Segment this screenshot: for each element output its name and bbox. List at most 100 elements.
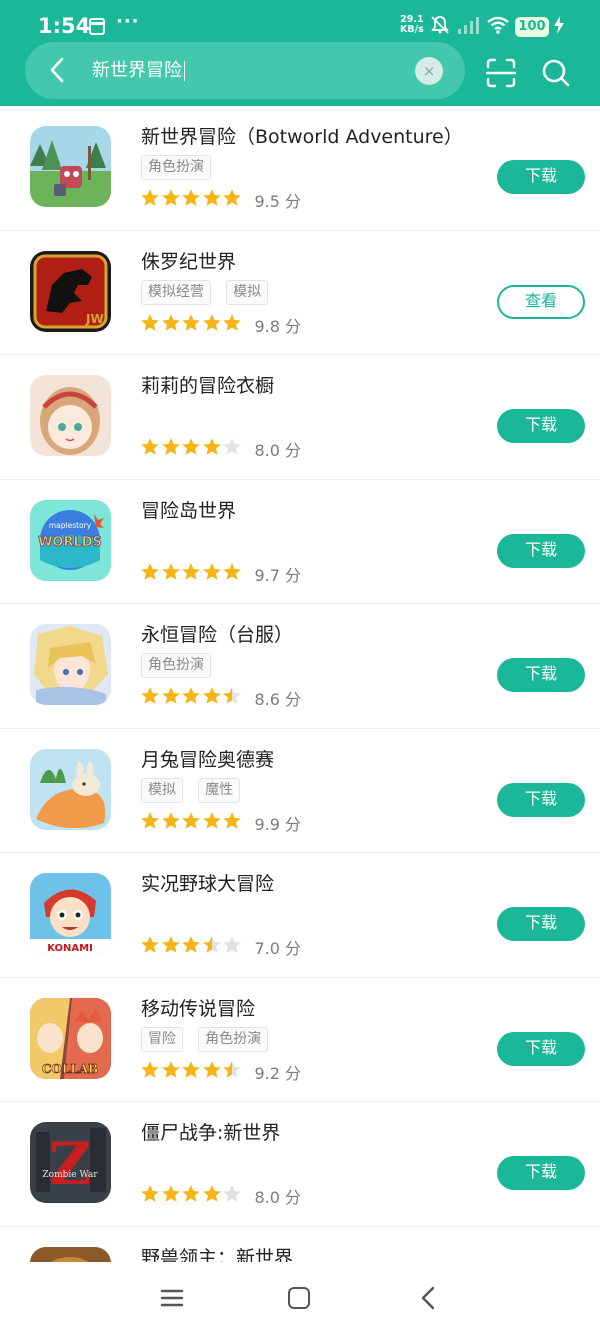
app-tag: 模拟 — [226, 279, 269, 305]
app-row[interactable]: KONAMI 实况野球大冒险 7.0 分 下载 — [0, 853, 600, 978]
app-tag: 魔性 — [198, 777, 241, 803]
star-rating — [140, 1060, 243, 1084]
download-button[interactable]: 下载 — [497, 1031, 585, 1066]
app-tag: 角色扮演 — [141, 653, 211, 678]
app-rating: 9.8 分 — [140, 313, 301, 337]
star-icon — [141, 1060, 159, 1078]
app-rating: 9.9 分 — [140, 811, 301, 835]
maplestory-worlds-app-icon[interactable]: maplestory WORLDS — [30, 499, 111, 581]
app-rating: 8.0 分 — [140, 1184, 301, 1208]
star-rating — [140, 935, 243, 959]
wifi-icon — [486, 15, 510, 40]
app-score: 9.9 分 — [254, 814, 302, 834]
app-row[interactable]: COLLAB 移动传说冒险 冒险 角色扮演 9.2 分 下载 — [0, 978, 600, 1102]
scan-icon[interactable] — [485, 58, 517, 88]
power-pros-app-icon[interactable]: KONAMI — [30, 873, 111, 954]
app-name: 侏罗纪世界 — [141, 250, 237, 273]
star-icon — [202, 1185, 221, 1202]
battery-level: 100 — [515, 17, 549, 37]
download-button[interactable]: 下载 — [497, 907, 585, 941]
app-tag: 角色扮演 — [141, 155, 211, 180]
search-bar: 新世界冒险 × — [25, 42, 465, 99]
charging-icon — [553, 15, 565, 39]
calendar-notification-icon — [89, 18, 105, 35]
app-row[interactable]: 月兔冒险奥德赛 模拟 魔性 9.9 分 下载 — [0, 729, 600, 853]
konami-logo-text: KONAMI — [47, 943, 93, 954]
app-row[interactable]: JW 侏罗纪世界 模拟经营 模拟 9.8 分 查看 — [0, 231, 600, 355]
recent-apps-icon[interactable] — [160, 1288, 184, 1308]
app-row[interactable]: 新世界冒险（Botworld Adventure） 角色扮演 9.5 分 下载 — [0, 106, 600, 231]
tales-mobile-app-icon[interactable]: COLLAB — [30, 997, 111, 1079]
star-icon — [223, 313, 241, 331]
app-rating: 9.2 分 — [140, 1060, 301, 1084]
app-rating: 9.5 分 — [140, 188, 301, 212]
star-icon — [161, 1185, 180, 1202]
eternal-adventure-app-icon[interactable] — [30, 624, 111, 705]
app-row[interactable]: Z Zombie War 僵尸战争:新世界 8.0 分 下载 — [0, 1102, 600, 1227]
star-icon — [141, 936, 159, 953]
app-name: 莉莉的冒险衣橱 — [141, 375, 275, 397]
download-button[interactable]: 下载 — [497, 160, 585, 194]
jurassic-world-app-icon[interactable]: JW — [30, 250, 111, 332]
download-button[interactable]: 下载 — [497, 533, 585, 568]
app-score: 7.0 分 — [254, 939, 302, 958]
app-name: 月兔冒险奥德赛 — [141, 748, 275, 771]
app-rating: 8.6 分 — [140, 686, 301, 710]
star-icon — [182, 189, 200, 206]
app-score: 9.8 分 — [254, 316, 302, 336]
app-tags: 冒险 角色扮演 — [141, 1026, 278, 1053]
app-name: 僵尸战争:新世界 — [141, 1122, 281, 1144]
star-rating — [140, 188, 243, 212]
app-rating: 7.0 分 — [140, 935, 301, 959]
star-icon — [182, 1060, 200, 1078]
star-icon — [182, 313, 200, 331]
download-button[interactable]: 下载 — [497, 1156, 585, 1190]
jw-logo-text: JW — [85, 312, 104, 326]
home-icon[interactable] — [288, 1287, 310, 1309]
app-row[interactable]: 莉莉的冒险衣橱 8.0 分 下载 — [0, 355, 600, 480]
search-icon[interactable] — [541, 58, 571, 88]
moon-rabbit-app-icon[interactable] — [30, 748, 111, 830]
clear-search-button[interactable]: × — [415, 57, 443, 85]
worlds-logo-text: WORLDS — [38, 535, 102, 550]
beast-lord-app-icon[interactable] — [30, 1246, 111, 1262]
download-button[interactable]: 下载 — [497, 409, 585, 443]
star-icon — [182, 936, 200, 953]
more-notifications-icon: ··· — [116, 11, 140, 32]
cell-signal-icon — [456, 16, 482, 34]
status-time: 1:54 — [38, 14, 91, 38]
zombie-war-app-icon[interactable]: Z Zombie War — [30, 1122, 111, 1203]
star-icon — [141, 562, 159, 580]
app-row[interactable]: 永恒冒险（台服） 角色扮演 8.6 分 下载 — [0, 604, 600, 729]
app-rating: 8.0 分 — [140, 437, 301, 461]
system-nav-bar — [0, 1262, 600, 1333]
star-icon — [161, 936, 180, 953]
star-icon — [223, 1185, 241, 1202]
star-icon — [223, 687, 241, 704]
back-arrow-icon[interactable] — [45, 56, 71, 84]
star-icon — [141, 687, 159, 704]
star-icon — [141, 313, 159, 331]
star-icon — [223, 936, 241, 953]
star-icon — [161, 687, 180, 704]
app-score: 9.2 分 — [254, 1063, 302, 1083]
download-button[interactable]: 下载 — [497, 658, 585, 692]
star-rating — [140, 811, 243, 835]
back-nav-icon[interactable] — [418, 1286, 438, 1310]
star-rating — [140, 1184, 243, 1208]
botworld-app-icon[interactable] — [30, 126, 111, 207]
app-tag: 模拟 — [141, 777, 183, 803]
star-icon — [223, 811, 241, 829]
view-button[interactable]: 查看 — [497, 284, 585, 319]
app-tag: 模拟经营 — [141, 279, 211, 305]
search-input[interactable]: 新世界冒险 — [92, 56, 412, 86]
app-score: 9.5 分 — [254, 192, 302, 211]
lily-wardrobe-app-icon[interactable] — [30, 375, 111, 456]
app-row[interactable]: 野兽领主：新世界 — [0, 1227, 600, 1262]
app-row[interactable]: maplestory WORLDS 冒险岛世界 9.7 分 下载 — [0, 480, 600, 604]
download-button[interactable]: 下载 — [497, 782, 585, 817]
star-icon — [161, 562, 180, 580]
star-icon — [182, 1185, 200, 1202]
star-icon — [202, 1060, 221, 1078]
app-name: 实况野球大冒险 — [141, 873, 275, 895]
